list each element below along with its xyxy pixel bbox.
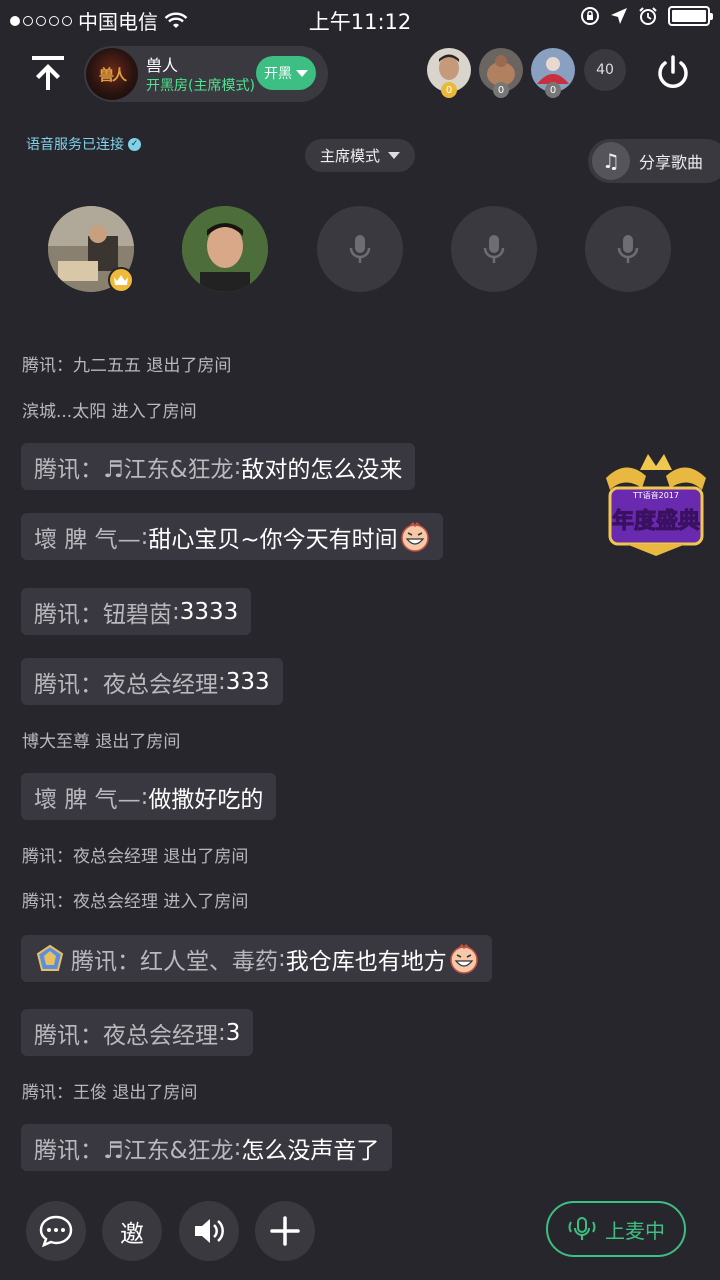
add-button[interactable] xyxy=(255,1201,315,1261)
message-content: 怎么没声音了 xyxy=(241,1137,380,1164)
microphone-icon xyxy=(483,235,505,263)
rank-badge-icon xyxy=(36,944,64,971)
viewer-avatar[interactable]: 0 xyxy=(479,48,523,98)
mic-seat-empty[interactable] xyxy=(585,206,671,292)
microphone-icon xyxy=(349,235,371,263)
mic-seat-empty[interactable] xyxy=(451,206,537,292)
invite-button[interactable]: 邀 xyxy=(102,1201,162,1261)
viewer-avatar[interactable]: 0 xyxy=(531,48,575,98)
battery-icon xyxy=(668,6,713,26)
user-avatar-icon xyxy=(182,206,268,292)
room-name: 兽人 xyxy=(146,56,179,75)
chat-message[interactable]: 腾讯：夜总会经理: 3 xyxy=(21,1009,254,1056)
chat-bubble-icon xyxy=(39,1215,73,1248)
grin-emoji-icon xyxy=(450,943,478,974)
annual-badge-title: 年度盛典 xyxy=(612,508,700,534)
trophy-wings-icon: TT语音2017 年度盛典 xyxy=(606,454,706,556)
rotation-lock-icon xyxy=(581,7,599,25)
message-sender: 壞 脾 气— xyxy=(34,786,141,813)
annual-event-badge[interactable]: TT语音2017 年度盛典 xyxy=(596,448,716,558)
crown-icon xyxy=(108,267,134,293)
minimize-arrow-icon[interactable] xyxy=(28,52,68,92)
mic-up-button[interactable]: 上麦中 xyxy=(546,1201,686,1257)
message-content: 3333 xyxy=(179,598,239,625)
message-content: 甜心宝贝~你今天有时间 xyxy=(148,526,398,553)
grin-emoji-icon xyxy=(400,521,429,552)
message-sender: 腾讯：夜总会经理 xyxy=(34,1022,218,1049)
system-message: 腾讯：九二五五 退出了房间 xyxy=(22,356,232,376)
system-message: 腾讯：夜总会经理 进入了房间 xyxy=(22,892,249,912)
chat-message[interactable]: 壞 脾 气—: 甜心宝贝~你今天有时间 xyxy=(21,513,443,560)
power-icon[interactable] xyxy=(654,54,692,92)
chat-message[interactable]: 腾讯：♬江东&狂龙: 敌对的怎么没来 xyxy=(21,443,416,490)
alarm-icon xyxy=(639,7,657,25)
message-content: 敌对的怎么没来 xyxy=(241,456,403,483)
room-type-label: 开黑 xyxy=(264,66,292,82)
message-sender: 腾讯：♬江东&狂龙 xyxy=(34,1137,234,1164)
mode-dropdown[interactable]: 主席模式 xyxy=(305,139,415,172)
microphone-wave-icon xyxy=(568,1217,596,1240)
system-message: 博大至尊 退出了房间 xyxy=(22,732,181,752)
viewer-badge: 0 xyxy=(493,82,509,98)
share-song-label: 分享歌曲 xyxy=(639,153,704,172)
speaker-button[interactable] xyxy=(179,1201,239,1261)
system-message: 腾讯：夜总会经理 退出了房间 xyxy=(22,847,249,867)
chat-message[interactable]: 腾讯：夜总会经理: 333 xyxy=(21,658,283,705)
mic-seat[interactable] xyxy=(182,206,268,292)
voice-status: 语音服务已连接 ✓ xyxy=(26,134,141,154)
mic-up-label: 上麦中 xyxy=(605,1218,665,1243)
chat-message[interactable]: 壞 脾 气—: 做撒好吃的 xyxy=(21,773,277,820)
message-content: 做撒好吃的 xyxy=(148,786,264,813)
mic-seat-empty[interactable] xyxy=(317,206,403,292)
microphone-icon xyxy=(617,235,639,263)
status-icons xyxy=(580,6,713,26)
message-content: 333 xyxy=(225,668,270,695)
message-sender: 壞 脾 气— xyxy=(34,526,141,553)
mode-label: 主席模式 xyxy=(319,147,380,165)
message-sender: 腾讯：钮碧茵 xyxy=(34,601,172,628)
viewer-avatar[interactable]: 0 xyxy=(427,48,471,98)
chevron-down-icon xyxy=(296,69,308,77)
voice-status-text: 语音服务已连接 xyxy=(26,137,124,153)
location-icon xyxy=(611,8,627,24)
system-message: 腾讯：王俊 退出了房间 xyxy=(22,1083,198,1103)
viewer-badge: 0 xyxy=(545,82,561,98)
music-note-icon: ♫ xyxy=(592,142,630,180)
room-logo-text: 兽人 xyxy=(98,65,127,84)
share-song-button[interactable]: ♫ 分享歌曲 xyxy=(588,139,720,183)
invite-label: 邀 xyxy=(120,1219,144,1248)
viewer-count[interactable]: 40 xyxy=(584,49,626,91)
system-message: 滨城...太阳 进入了房间 xyxy=(22,402,197,422)
room-info[interactable]: 兽人 兽人 开黑房(主席模式) 开黑 xyxy=(84,46,328,102)
message-content: 3 xyxy=(225,1019,241,1046)
speaker-icon xyxy=(195,1219,224,1243)
check-icon: ✓ xyxy=(128,137,141,151)
chat-message[interactable]: 腾讯：红人堂、毒药: 我仓库也有地方 xyxy=(21,935,492,982)
message-sender: 腾讯：♬江东&狂龙 xyxy=(34,456,234,483)
message-sender: 腾讯：红人堂、毒药 xyxy=(71,948,278,975)
plus-icon xyxy=(270,1216,300,1246)
chat-message[interactable]: 腾讯：♬江东&狂龙: 怎么没声音了 xyxy=(21,1124,393,1171)
annual-badge-year: TT语音2017 xyxy=(632,490,679,500)
chat-message[interactable]: 腾讯：钮碧茵: 3333 xyxy=(21,588,252,635)
room-subtitle: 开黑房(主席模式) xyxy=(146,78,255,94)
message-content: 我仓库也有地方 xyxy=(285,948,447,975)
chat-button[interactable] xyxy=(26,1201,86,1261)
status-bar: 中国电信 上午11:12 xyxy=(0,0,720,38)
room-avatar: 兽人 xyxy=(86,48,138,100)
message-sender: 腾讯：夜总会经理 xyxy=(34,671,218,698)
viewer-badge: 0 xyxy=(441,82,457,98)
chevron-down-icon xyxy=(388,152,400,159)
room-type-dropdown[interactable]: 开黑 xyxy=(256,56,316,90)
